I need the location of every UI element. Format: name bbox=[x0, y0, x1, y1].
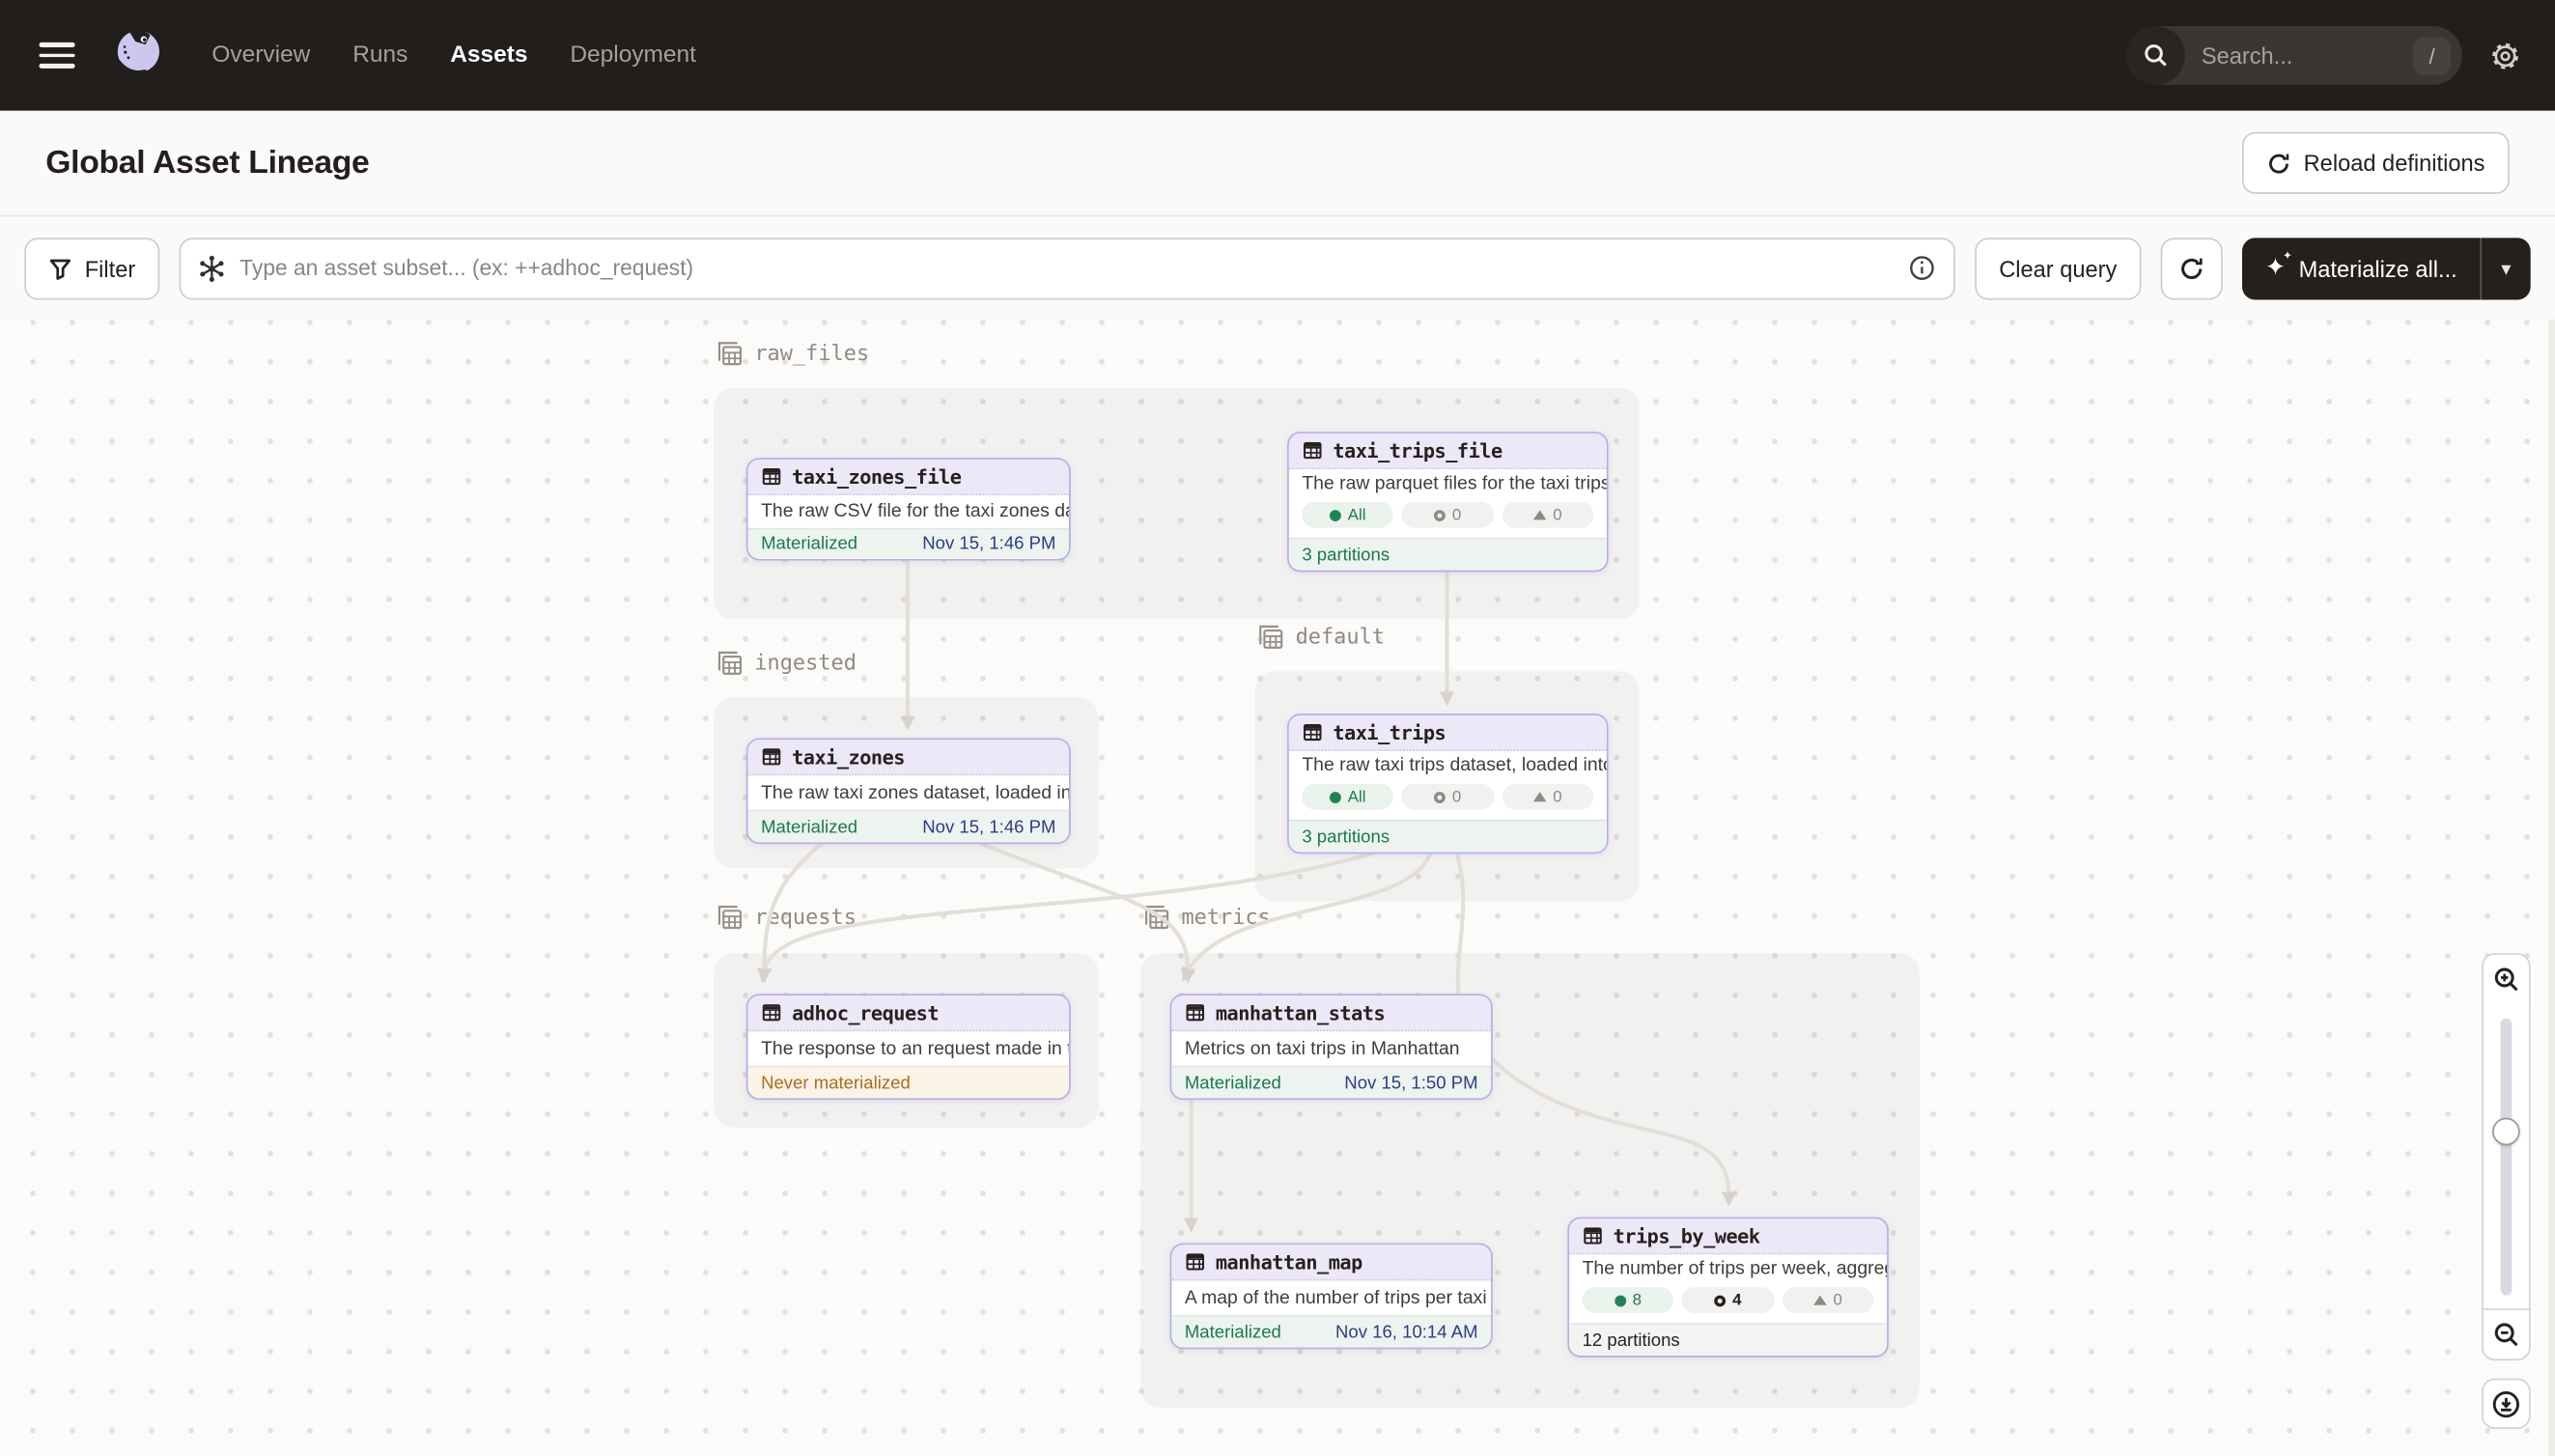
nav-item-deployment[interactable]: Deployment bbox=[570, 42, 696, 69]
nav-item-runs[interactable]: Runs bbox=[352, 42, 407, 69]
status-text: Materialized bbox=[1185, 1073, 1281, 1092]
status-text: Materialized bbox=[1185, 1322, 1281, 1341]
edge-taxi_trips-to-trips_by_week bbox=[1457, 853, 1729, 1194]
asset-node-taxi_trips[interactable]: taxi_trips The raw taxi trips dataset, l… bbox=[1287, 714, 1608, 854]
materialized-dot-icon bbox=[1330, 791, 1341, 802]
asset-node-adhoc_request[interactable]: adhoc_request The response to an request… bbox=[746, 994, 1071, 1100]
materialize-dropdown-caret[interactable]: ▾ bbox=[2482, 238, 2531, 299]
materialize-all-button[interactable]: ✦✦ Materialize all... bbox=[2242, 238, 2480, 299]
materialize-all-split-button: ✦✦ Materialize all... ▾ bbox=[2242, 238, 2530, 299]
refresh-icon bbox=[2266, 151, 2290, 175]
refresh-button[interactable] bbox=[2161, 238, 2223, 299]
materialized-dot-icon bbox=[1614, 1295, 1626, 1306]
search-icon bbox=[2126, 26, 2185, 85]
search-shortcut-badge: / bbox=[2413, 37, 2451, 74]
menu-icon[interactable] bbox=[40, 42, 75, 69]
reload-definitions-button[interactable]: Reload definitions bbox=[2241, 132, 2509, 194]
table-icon bbox=[1185, 1002, 1206, 1023]
page-title: Global Asset Lineage bbox=[45, 144, 369, 182]
asset-graph-icon bbox=[197, 253, 226, 291]
failed-triangle-icon bbox=[1533, 510, 1547, 519]
zoom-out-button[interactable] bbox=[2482, 1308, 2531, 1360]
info-icon[interactable] bbox=[1908, 253, 1936, 289]
settings-gear-icon[interactable] bbox=[2488, 39, 2522, 72]
table-icon bbox=[1185, 1251, 1206, 1273]
failed-triangle-icon bbox=[1813, 1296, 1827, 1305]
materialization-timestamp[interactable]: Nov 15, 1:46 PM bbox=[922, 535, 1055, 554]
status-text: Never materialized bbox=[761, 1073, 911, 1092]
failed-badge[interactable]: 0 bbox=[1783, 1287, 1874, 1313]
global-search[interactable]: Search... / bbox=[2126, 26, 2462, 85]
asset-node-manhattan_stats[interactable]: manhattan_stats Metrics on taxi trips in… bbox=[1170, 994, 1493, 1100]
failed-badge[interactable]: 0 bbox=[1502, 784, 1593, 810]
status-text: Materialized bbox=[761, 535, 857, 554]
sparkle-icon: ✦✦ bbox=[2265, 256, 2286, 280]
materialization-timestamp[interactable]: Nov 16, 10:14 AM bbox=[1335, 1322, 1478, 1341]
scrollbar-track[interactable] bbox=[2548, 320, 2555, 1456]
materialized-badge[interactable]: 8 bbox=[1583, 1287, 1674, 1313]
table-icon bbox=[1302, 440, 1323, 462]
status-text: Materialized bbox=[761, 817, 857, 836]
partitions-count: 3 partitions bbox=[1302, 545, 1390, 564]
missing-ring-icon bbox=[1434, 791, 1446, 802]
zoom-slider-thumb[interactable] bbox=[2492, 1118, 2520, 1146]
lineage-toolbar: Filter Clear query bbox=[0, 216, 2555, 319]
asset-subset-input[interactable] bbox=[180, 238, 1955, 299]
dagster-logo-icon[interactable] bbox=[107, 23, 169, 89]
table-icon bbox=[761, 746, 782, 768]
edge-taxi_zones-to-adhoc_request bbox=[764, 842, 823, 970]
app: Overview Runs Assets Deployment Search..… bbox=[0, 0, 2555, 1456]
zoom-slider-track bbox=[2500, 1019, 2512, 1296]
partition-health-badges: 8 4 0 bbox=[1569, 1284, 1887, 1324]
materialization-timestamp[interactable]: Nov 15, 1:46 PM bbox=[922, 817, 1055, 836]
materialization-timestamp[interactable]: Nov 15, 1:50 PM bbox=[1344, 1073, 1477, 1092]
top-nav: Overview Runs Assets Deployment Search..… bbox=[0, 0, 2555, 111]
partitions-count: 12 partitions bbox=[1583, 1330, 1680, 1350]
table-icon bbox=[761, 466, 782, 488]
materialized-dot-icon bbox=[1330, 509, 1341, 520]
nav-links: Overview Runs Assets Deployment bbox=[211, 42, 696, 69]
download-image-button[interactable] bbox=[2482, 1379, 2531, 1429]
missing-badge[interactable]: 0 bbox=[1402, 502, 1494, 528]
missing-badge[interactable]: 4 bbox=[1682, 1287, 1774, 1313]
asset-node-taxi_zones[interactable]: taxi_zones The raw taxi zones dataset, l… bbox=[746, 738, 1071, 844]
partition-health-badges: All 0 0 bbox=[1289, 498, 1607, 538]
nav-item-assets[interactable]: Assets bbox=[450, 42, 527, 69]
materialized-badge[interactable]: All bbox=[1302, 502, 1393, 528]
asset-node-manhattan_map[interactable]: manhattan_map A map of the number of tri… bbox=[1170, 1244, 1493, 1350]
clear-query-button[interactable]: Clear query bbox=[1975, 238, 2142, 299]
edge-taxi_trips-to-adhoc_request bbox=[764, 853, 1377, 971]
missing-badge[interactable]: 0 bbox=[1402, 784, 1494, 810]
nav-item-overview[interactable]: Overview bbox=[211, 42, 310, 69]
search-placeholder: Search... bbox=[2185, 42, 2413, 69]
zoom-slider[interactable] bbox=[2482, 1004, 2531, 1310]
asset-query-inputwrap bbox=[180, 238, 1955, 299]
filter-funnel-icon bbox=[49, 257, 72, 280]
table-icon bbox=[761, 1002, 782, 1023]
lineage-canvas[interactable]: raw_files ingested default requests metr… bbox=[0, 320, 2555, 1456]
asset-node-taxi_trips_file[interactable]: taxi_trips_file The raw parquet files fo… bbox=[1287, 432, 1608, 572]
table-icon bbox=[1583, 1225, 1604, 1246]
filter-button[interactable]: Filter bbox=[24, 238, 159, 299]
asset-node-taxi_zones_file[interactable]: taxi_zones_file The raw CSV file for the… bbox=[746, 458, 1071, 560]
failed-badge[interactable]: 0 bbox=[1502, 502, 1593, 528]
partitions-count: 3 partitions bbox=[1302, 826, 1390, 846]
failed-triangle-icon bbox=[1533, 792, 1547, 801]
zoom-in-button[interactable] bbox=[2482, 953, 2531, 1005]
table-icon bbox=[1302, 722, 1323, 743]
missing-ring-icon bbox=[1434, 509, 1446, 520]
materialized-badge[interactable]: All bbox=[1302, 784, 1393, 810]
asset-node-trips_by_week[interactable]: trips_by_week The number of trips per we… bbox=[1567, 1218, 1888, 1358]
missing-ring-icon bbox=[1715, 1295, 1727, 1306]
partition-health-badges: All 0 0 bbox=[1289, 780, 1607, 820]
page-header: Global Asset Lineage Reload definitions bbox=[0, 111, 2555, 217]
